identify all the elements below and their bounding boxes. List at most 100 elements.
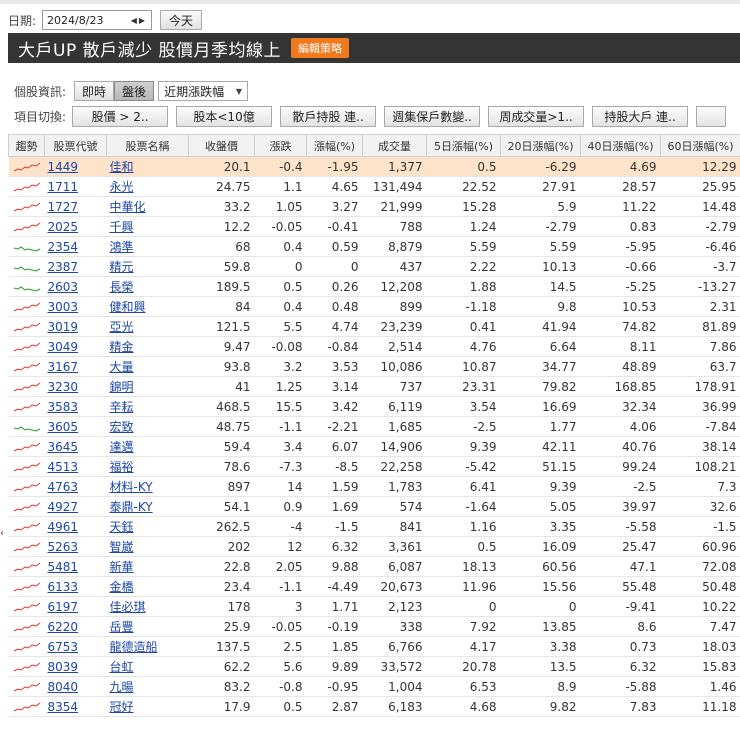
stock-name-link[interactable]: 辛耘 — [110, 400, 134, 414]
stock-code-link[interactable]: 6133 — [48, 580, 79, 594]
switch-holders-button[interactable]: 週集保戶數變.. — [384, 105, 481, 127]
switch-volume-button[interactable]: 周成交量>1.. — [488, 105, 585, 127]
col-header-40d[interactable]: 40日漲幅(%) — [580, 134, 661, 157]
table-row[interactable]: 2603 長榮 189.5 0.5 0.26 12,208 1.88 14.5 -5.25 -13… — [8, 276, 740, 297]
table-row[interactable]: 6197 佳必琪 178 3 1.71 2,123 0 0 -9.41 10.22 — [8, 596, 740, 617]
col-header-code[interactable]: 股票代號 — [44, 134, 107, 157]
table-row[interactable]: 3019 亞光 121.5 5.5 4.74 23,239 0.41 41.94 74.82 81… — [8, 316, 740, 337]
stock-code-link[interactable]: 8040 — [48, 680, 79, 694]
table-row[interactable]: 6753 龍德造船 137.5 2.5 1.85 6,766 4.17 3.38 0.73 18.… — [8, 636, 740, 657]
stock-name-link[interactable]: 大量 — [110, 360, 134, 374]
stock-name-link[interactable]: 精元 — [110, 260, 134, 274]
table-row[interactable]: 6133 金橋 23.4 -1.1 -4.49 20,673 11.96 15.56 55.48… — [8, 576, 740, 597]
table-row[interactable]: 3167 大量 93.8 3.2 3.53 10,086 10.87 34.77 48.89 63… — [8, 356, 740, 377]
table-row[interactable]: 3605 宏致 48.75 -1.1 -2.21 1,685 -2.5 1.77 4.06 -7.… — [8, 416, 740, 437]
stock-code-link[interactable]: 3003 — [48, 300, 79, 314]
date-picker[interactable]: 2024/8/23 ◀▶ — [42, 10, 153, 30]
table-row[interactable]: 3645 達邁 59.4 3.4 6.07 14,906 9.39 42.11 40.76 38.… — [8, 436, 740, 457]
stock-name-link[interactable]: 佳必琪 — [110, 600, 146, 614]
stock-code-link[interactable]: 1449 — [48, 160, 79, 174]
stock-name-link[interactable]: 永光 — [110, 180, 134, 194]
stock-name-link[interactable]: 新華 — [110, 560, 134, 574]
stock-code-link[interactable]: 5263 — [48, 540, 79, 554]
stock-name-link[interactable]: 冠好 — [110, 700, 134, 714]
stock-name-link[interactable]: 宏致 — [110, 420, 134, 434]
collapse-arrow-icon[interactable]: ‹ — [0, 528, 8, 539]
stock-name-link[interactable]: 福裕 — [110, 460, 134, 474]
stock-name-link[interactable]: 鴻準 — [110, 240, 134, 254]
period-select[interactable]: 近期漲跌幅 ▼ — [158, 81, 249, 101]
realtime-button[interactable]: 即時 — [74, 81, 115, 101]
table-row[interactable]: 8354 冠好 17.9 0.5 2.87 6,183 4.68 9.82 7.83 11.18 — [8, 696, 740, 717]
stock-code-link[interactable]: 6197 — [48, 600, 79, 614]
stock-name-link[interactable]: 千興 — [110, 220, 134, 234]
stock-name-link[interactable]: 健和興 — [110, 300, 146, 314]
stock-code-link[interactable]: 6753 — [48, 640, 79, 654]
edit-strategy-button[interactable]: 編輯策略 — [291, 38, 350, 58]
stock-name-link[interactable]: 九暘 — [110, 680, 134, 694]
stock-name-link[interactable]: 岳豐 — [110, 620, 134, 634]
table-row[interactable]: 3230 錦明 41 1.25 3.14 737 23.31 79.82 168.85 178.9… — [8, 376, 740, 397]
stock-code-link[interactable]: 1727 — [48, 200, 79, 214]
stock-name-link[interactable]: 智崴 — [110, 540, 134, 554]
stock-code-link[interactable]: 4513 — [48, 460, 79, 474]
table-row[interactable]: 1449 佳和 20.1 -0.4 -1.95 1,377 0.5 -6.29 4.69 12.2… — [8, 156, 740, 177]
stock-code-link[interactable]: 4927 — [48, 500, 79, 514]
col-header-20d[interactable]: 20日漲幅(%) — [500, 134, 581, 157]
table-row[interactable]: 4513 福裕 78.6 -7.3 -8.5 22,258 -5.42 51.15 99.24 1… — [8, 456, 740, 477]
stock-name-link[interactable]: 天鈺 — [110, 520, 134, 534]
table-row[interactable]: 5481 新華 22.8 2.05 9.88 6,087 18.13 60.56 47.1 72.… — [8, 556, 740, 577]
col-header-name[interactable]: 股票名稱 — [106, 134, 189, 157]
stock-name-link[interactable]: 中華化 — [110, 200, 146, 214]
stock-name-link[interactable]: 佳和 — [110, 160, 134, 174]
stock-name-link[interactable]: 金橋 — [110, 580, 134, 594]
table-row[interactable]: 4961 天鈺 262.5 -4 -1.5 841 1.16 3.35 -5.58 -1.5 — [8, 516, 740, 537]
table-row[interactable]: 8039 台虹 62.2 5.6 9.89 33,572 20.78 13.5 6.32 15.8… — [8, 656, 740, 677]
table-row[interactable]: 3003 健和興 84 0.4 0.48 899 -1.18 9.8 10.53 2.31 — [8, 296, 740, 317]
table-row[interactable]: 3583 辛耘 468.5 15.5 3.42 6,119 3.54 16.69 32.34 36… — [8, 396, 740, 417]
col-header-pct[interactable]: 漲幅(%) — [306, 134, 363, 157]
col-header-change[interactable]: 漲跌 — [254, 134, 307, 157]
stock-code-link[interactable]: 3583 — [48, 400, 79, 414]
stock-name-link[interactable]: 材料-KY — [110, 480, 153, 494]
table-row[interactable]: 6220 岳豐 25.9 -0.05 -0.19 338 7.92 13.85 8.6 7.47 — [8, 616, 740, 637]
date-arrows-icon[interactable]: ◀▶ — [131, 16, 147, 25]
stock-code-link[interactable]: 3049 — [48, 340, 79, 354]
stock-code-link[interactable]: 5481 — [48, 560, 79, 574]
col-header-trend[interactable]: 趨勢 — [8, 134, 45, 157]
stock-name-link[interactable]: 錦明 — [110, 380, 134, 394]
stock-code-link[interactable]: 2387 — [48, 260, 79, 274]
switch-capital-button[interactable]: 股本<10億 — [176, 105, 273, 127]
col-header-5d[interactable]: 5日漲幅(%) — [426, 134, 501, 157]
stock-code-link[interactable]: 1711 — [48, 180, 79, 194]
after-hours-button[interactable]: 盤後 — [114, 81, 155, 101]
stock-code-link[interactable]: 2354 — [48, 240, 79, 254]
table-row[interactable]: 8040 九暘 83.2 -0.8 -0.95 1,004 6.53 8.9 -5.88 1.46 — [8, 676, 740, 697]
stock-code-link[interactable]: 4763 — [48, 480, 79, 494]
stock-name-link[interactable]: 龍德造船 — [110, 640, 158, 654]
stock-name-link[interactable]: 達邁 — [110, 440, 134, 454]
table-row[interactable]: 4763 材料-KY 897 14 1.59 1,783 6.41 9.39 -2.5 7.3 — [8, 476, 740, 497]
stock-code-link[interactable]: 8039 — [48, 660, 79, 674]
table-row[interactable]: 5263 智崴 202 12 6.32 3,361 0.5 16.09 25.47 60.96 — [8, 536, 740, 557]
today-button[interactable]: 今天 — [160, 10, 203, 30]
stock-code-link[interactable]: 8354 — [48, 700, 79, 714]
col-header-60d[interactable]: 60日漲幅(%) — [660, 134, 740, 157]
stock-name-link[interactable]: 精金 — [110, 340, 134, 354]
table-row[interactable]: 1711 永光 24.75 1.1 4.65 131,494 22.52 27.91 28.57… — [8, 176, 740, 197]
col-header-close[interactable]: 收盤價 — [188, 134, 255, 157]
table-row[interactable]: 2354 鴻準 68 0.4 0.59 8,879 5.59 5.59 -5.95 -6.46 — [8, 236, 740, 257]
stock-name-link[interactable]: 亞光 — [110, 320, 134, 334]
stock-code-link[interactable]: 6220 — [48, 620, 79, 634]
table-row[interactable]: 3049 精金 9.47 -0.08 -0.84 2,514 4.76 6.64 8.11 7.8… — [8, 336, 740, 357]
switch-bigholder-button[interactable]: 持股大戶 連.. — [592, 105, 689, 127]
table-row[interactable]: 2387 精元 59.8 0 0 437 2.22 10.13 -0.66 -3.7 — [8, 256, 740, 277]
switch-more-button[interactable] — [696, 105, 727, 127]
stock-code-link[interactable]: 2025 — [48, 220, 79, 234]
stock-code-link[interactable]: 3230 — [48, 380, 79, 394]
stock-code-link[interactable]: 3605 — [48, 420, 79, 434]
stock-name-link[interactable]: 泰鼎-KY — [110, 500, 153, 514]
table-row[interactable]: 4927 泰鼎-KY 54.1 0.9 1.69 574 -1.64 5.05 39.97 32.… — [8, 496, 740, 517]
stock-name-link[interactable]: 台虹 — [110, 660, 134, 674]
stock-code-link[interactable]: 3167 — [48, 360, 79, 374]
